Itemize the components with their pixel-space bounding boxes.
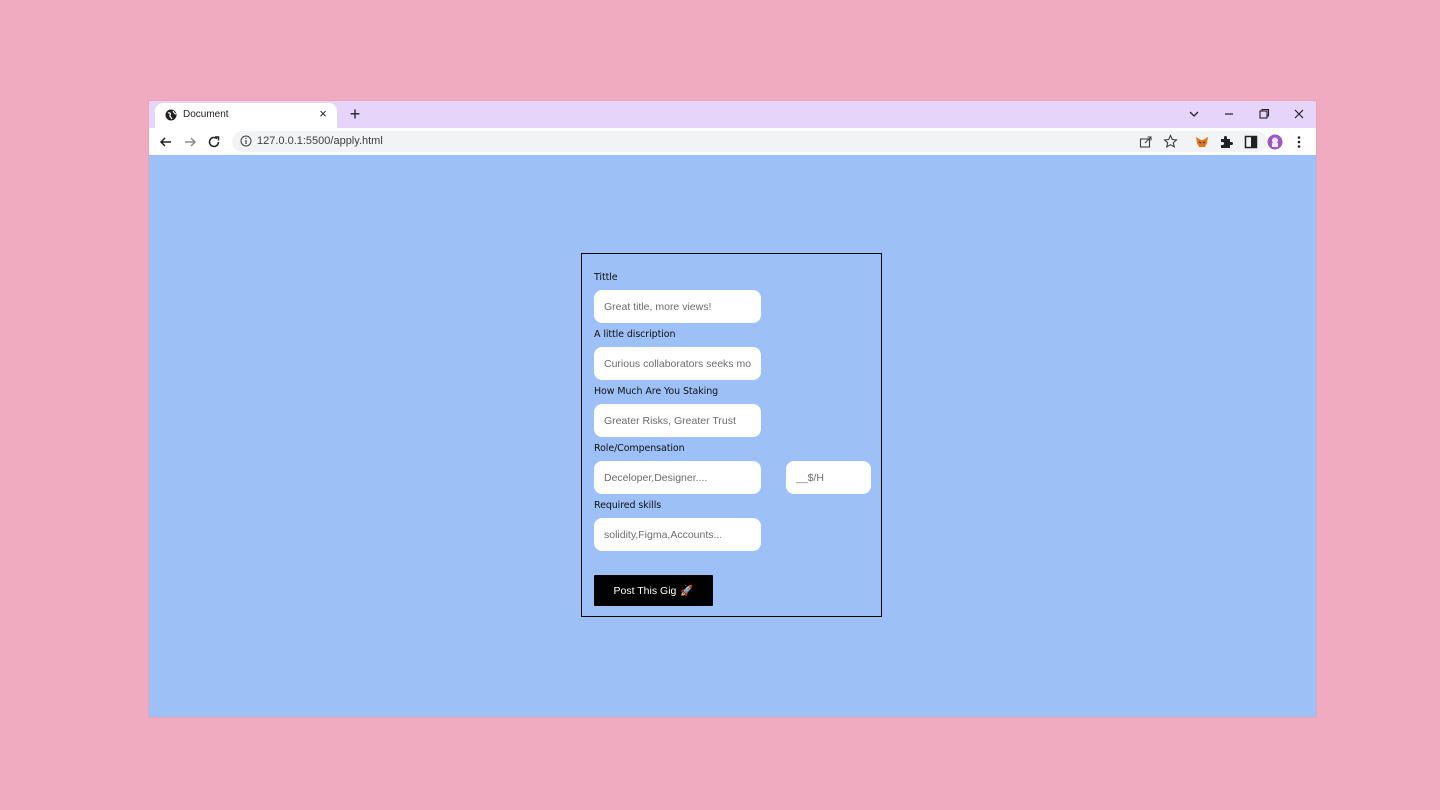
browser-window: Document × + 127.0.0.1:5500/apply.html T… (149, 101, 1316, 717)
browser-toolbar: 127.0.0.1:5500/apply.html (149, 128, 1316, 155)
metamask-fox-icon[interactable] (1194, 134, 1210, 150)
bookmark-star-icon[interactable] (1163, 134, 1178, 149)
new-tab-icon[interactable]: + (347, 105, 363, 123)
back-arrow-icon[interactable] (158, 134, 174, 150)
rate-input[interactable] (786, 461, 871, 494)
close-window-icon[interactable] (1290, 105, 1308, 123)
forward-arrow-icon[interactable] (182, 134, 198, 150)
post-gig-label: Post This Gig (613, 584, 677, 597)
address-bar[interactable]: 127.0.0.1:5500/apply.html (232, 131, 1267, 152)
stake-input[interactable] (594, 404, 761, 437)
title-label: Tittle (594, 272, 618, 283)
role-label: Role/Compensation (594, 443, 685, 454)
tab-search-icon[interactable] (1185, 105, 1203, 123)
post-gig-button[interactable]: Post This Gig 🚀 (594, 575, 713, 606)
title-input[interactable] (594, 290, 761, 323)
info-icon[interactable] (240, 135, 252, 147)
skills-input[interactable] (594, 518, 761, 551)
share-icon[interactable] (1138, 134, 1153, 149)
side-panel-icon[interactable] (1243, 134, 1259, 150)
rocket-icon: 🚀 (680, 585, 694, 597)
tab-close-icon[interactable]: × (317, 107, 329, 120)
stake-label: How Much Are You Staking (594, 386, 719, 397)
tab-document[interactable]: Document × (155, 103, 337, 128)
description-label: A little discription (594, 329, 676, 340)
reload-icon[interactable] (206, 134, 222, 150)
page-content: Tittle A little discription How Much Are… (149, 155, 1316, 717)
restore-icon[interactable] (1255, 105, 1273, 123)
minimize-icon[interactable] (1220, 105, 1238, 123)
role-input[interactable] (594, 461, 761, 494)
skills-label: Required skills (594, 500, 662, 511)
globe-icon (165, 109, 177, 121)
menu-kebab-icon[interactable] (1291, 134, 1307, 150)
url-text[interactable]: 127.0.0.1:5500/apply.html (257, 135, 383, 147)
extensions-puzzle-icon[interactable] (1218, 134, 1234, 150)
profile-avatar-icon[interactable] (1267, 134, 1283, 150)
tab-strip: Document × + (149, 101, 1316, 128)
description-input[interactable] (594, 347, 761, 380)
tab-title: Document (183, 109, 229, 120)
gig-form: Tittle A little discription How Much Are… (581, 253, 882, 617)
